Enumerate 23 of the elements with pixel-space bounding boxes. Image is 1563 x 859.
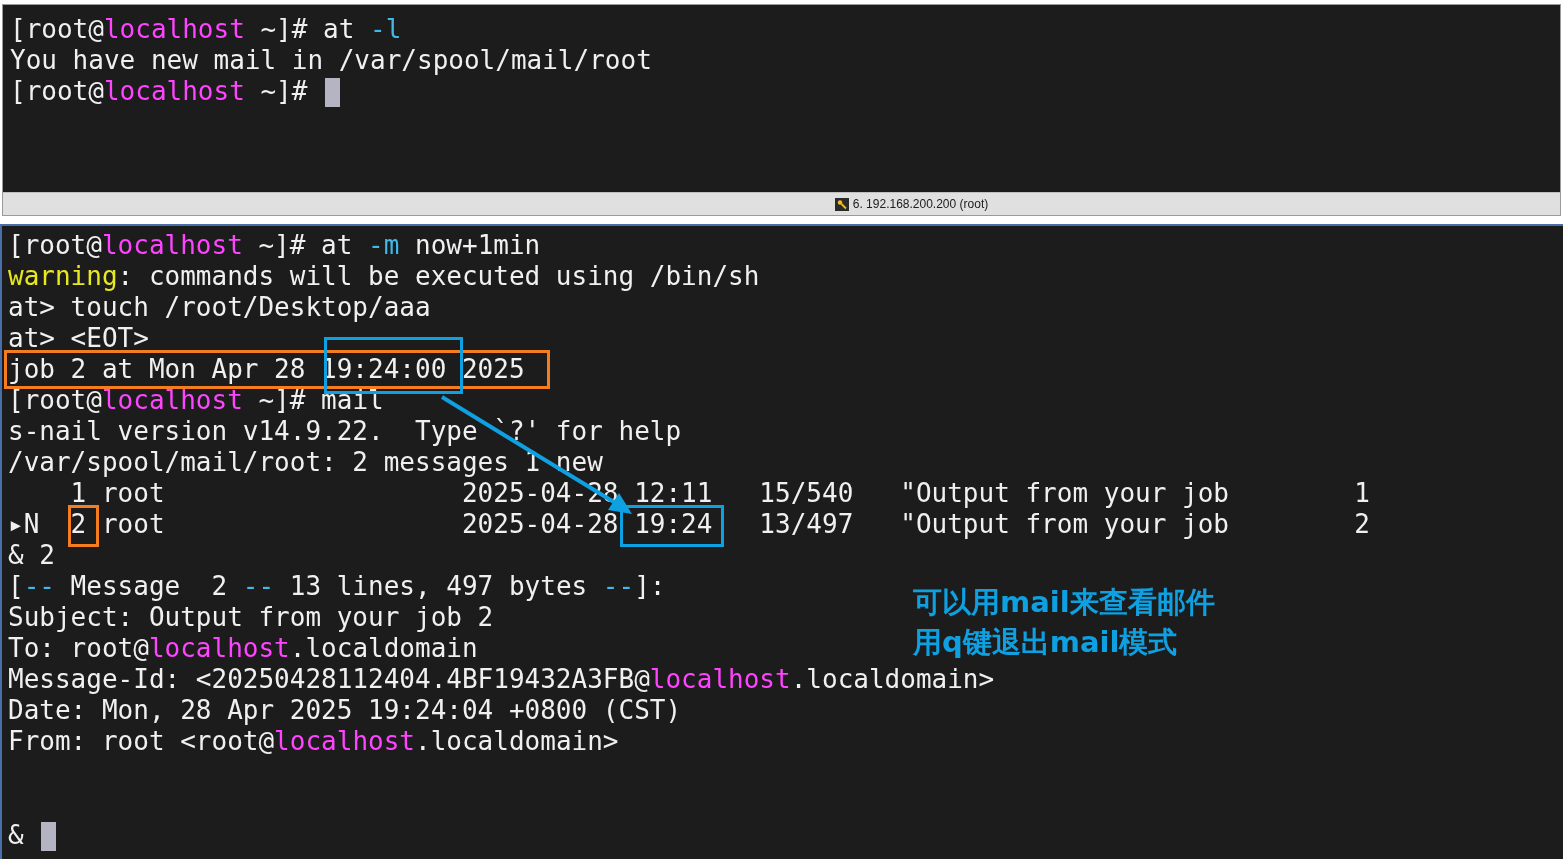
terminal-line: From: root <root@localhost.localdomain> — [8, 726, 619, 757]
terminal-line: ▸N 2 root 2025-04-28 19:24 13/497 "Output from your job 2 — [8, 509, 1370, 540]
key-icon — [834, 197, 849, 211]
terminal-line: To: root@localhost.localdomain — [8, 633, 478, 664]
terminal-line: [root@localhost ~]# mail — [8, 385, 384, 416]
terminal-line: Subject: Output from your job 2 — [8, 602, 494, 633]
terminal-line: Date: Mon, 28 Apr 2025 19:24:04 +0800 (CST) — [8, 695, 682, 726]
terminal-prompt: [root@localhost ~]# — [10, 76, 341, 107]
terminal-line: at> <EOT> — [8, 323, 149, 354]
terminal-line: & 2 — [8, 540, 55, 571]
terminal-line: s-nail version v14.9.22. Type `?' for help — [8, 416, 682, 447]
terminal-prompt: & — [8, 820, 57, 851]
terminal-line: job 2 at Mon Apr 28 19:24:00 2025 — [8, 354, 525, 385]
session-tab[interactable]: 6. 192.168.200.200 (root) — [834, 195, 989, 213]
annotation-note: 用q键退出mail模式 — [913, 624, 1178, 661]
terminal-line: You have new mail in /var/spool/mail/root — [10, 45, 652, 76]
terminal-line: warning: commands will be executed using /bin/sh — [8, 261, 760, 292]
terminal-line: Message-Id: <20250428112404.4BF19432A3FB@localhost.localdomain> — [8, 664, 995, 695]
terminal-line: [root@localhost ~]# at -l — [10, 14, 402, 45]
annotation-note: 可以用mail来查看邮件 — [913, 584, 1215, 621]
terminal-line: at> touch /root/Desktop/aaa — [8, 292, 431, 323]
terminal-line: [-- Message 2 -- 13 lines, 497 bytes --]: — [8, 571, 666, 602]
terminal-line: [root@localhost ~]# at -m now+1min — [8, 230, 541, 261]
